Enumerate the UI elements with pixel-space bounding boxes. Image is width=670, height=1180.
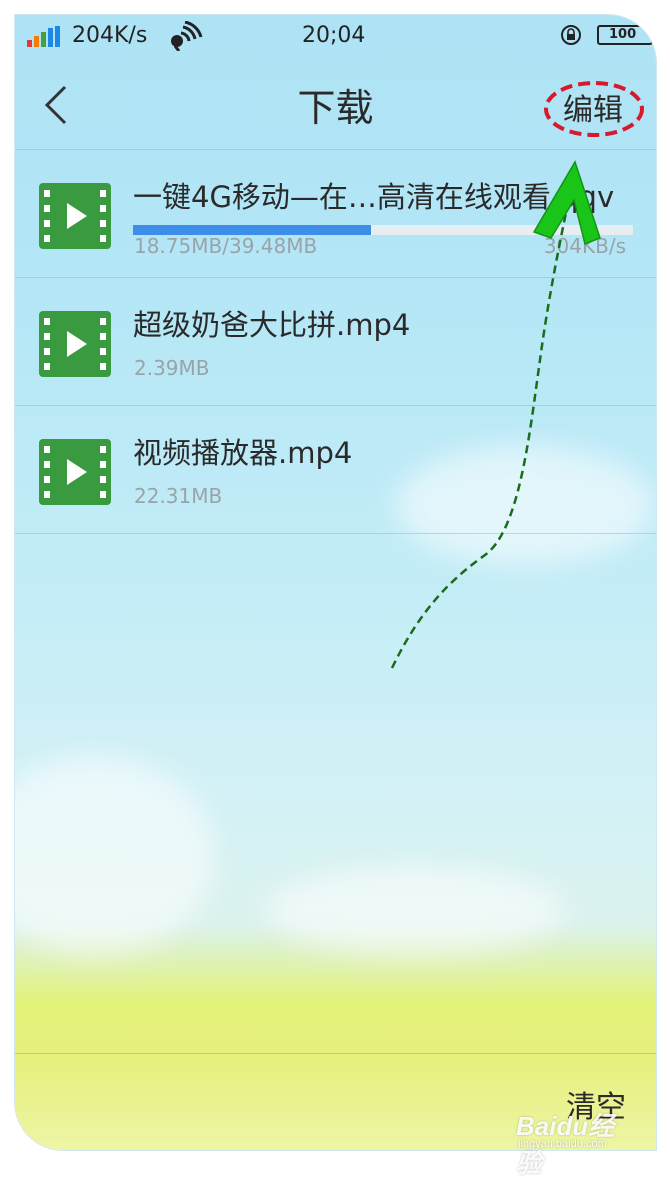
screen: 204K/s 20;04 100 下载 编辑 一键4G移动—在…高清在线观看.q… [15,15,656,1150]
file-size: 2.39MB [134,356,210,380]
battery-level: 100 [609,27,637,42]
edit-button[interactable]: 编辑 [563,85,623,129]
baidu-watermark: Baidu经验 jingyan.baidu.com [516,1106,640,1178]
video-file-icon [39,311,111,377]
download-item[interactable]: 一键4G移动—在…高清在线观看.qqv 18.75MB/39.48MB 304K… [15,150,656,278]
file-name: 视频播放器.mp4 [133,436,353,470]
cloud [15,755,215,955]
video-file-icon [39,183,111,249]
cloud [265,865,565,955]
file-name: 一键4G移动—在…高清在线观看.qqv [133,180,615,214]
download-item[interactable]: 视频播放器.mp4 22.31MB [15,406,656,534]
nav-bar: 下载 编辑 [15,61,656,150]
signal-icon [27,26,67,47]
clock: 20;04 [302,23,366,48]
status-bar: 204K/s 20;04 100 [15,15,656,61]
page-title: 下载 [297,86,374,130]
rotation-lock-icon [561,25,581,45]
file-size: 18.75MB/39.48MB [134,234,318,258]
download-item[interactable]: 超级奶爸大比拼.mp4 2.39MB [15,278,656,406]
battery-icon: 100 [597,25,653,45]
wifi-icon [171,21,203,51]
network-speed: 204K/s [72,23,148,48]
video-file-icon [39,439,111,505]
watermark-url: jingyan.baidu.com [518,1138,607,1150]
download-speed: 304KB/s [543,234,626,258]
file-size: 22.31MB [134,484,223,508]
file-name: 超级奶爸大比拼.mp4 [133,308,411,342]
